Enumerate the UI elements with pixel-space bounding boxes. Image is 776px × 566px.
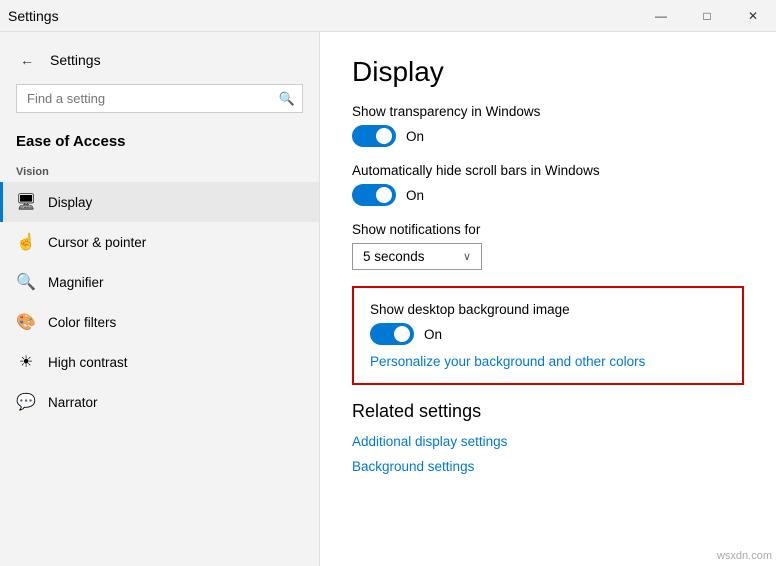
window-controls: — □ ✕ bbox=[638, 0, 776, 32]
sidebar-item-label: High contrast bbox=[48, 355, 128, 370]
search-icon: 🔍 bbox=[279, 91, 295, 107]
scrollbars-toggle[interactable] bbox=[352, 184, 396, 206]
magnifier-icon: 🔍 bbox=[16, 272, 36, 292]
sidebar-top: ← Settings bbox=[0, 40, 319, 80]
sidebar-item-highcontrast[interactable]: ☀ High contrast bbox=[0, 342, 319, 382]
scrollbars-setting: Automatically hide scroll bars in Window… bbox=[352, 163, 744, 206]
personalize-link[interactable]: Personalize your background and other co… bbox=[370, 354, 645, 369]
sidebar-item-label: Display bbox=[48, 195, 92, 210]
notifications-setting: Show notifications for 5 seconds ∨ bbox=[352, 222, 744, 270]
background-settings-link[interactable]: Background settings bbox=[352, 459, 744, 474]
sidebar: ← Settings 🔍 Ease of Access Vision 🖥 Dis… bbox=[0, 32, 320, 566]
sidebar-item-magnifier[interactable]: 🔍 Magnifier bbox=[0, 262, 319, 302]
maximize-button[interactable]: □ bbox=[684, 0, 730, 32]
related-settings: Related settings Additional display sett… bbox=[352, 401, 744, 474]
transparency-label: Show transparency in Windows bbox=[352, 104, 744, 119]
transparency-setting: Show transparency in Windows On bbox=[352, 104, 744, 147]
scrollbars-label: Automatically hide scroll bars in Window… bbox=[352, 163, 744, 178]
sidebar-item-cursor[interactable]: ☝ Cursor & pointer bbox=[0, 222, 319, 262]
additional-display-link[interactable]: Additional display settings bbox=[352, 434, 744, 449]
search-box: 🔍 bbox=[16, 84, 303, 113]
title-bar-title: Settings bbox=[8, 8, 59, 24]
sidebar-item-label: Narrator bbox=[48, 395, 98, 410]
minimize-button[interactable]: — bbox=[638, 0, 684, 32]
highcontrast-icon: ☀ bbox=[16, 352, 36, 372]
sidebar-item-label: Color filters bbox=[48, 315, 116, 330]
background-toggle-state: On bbox=[424, 327, 442, 342]
transparency-toggle-state: On bbox=[406, 129, 424, 144]
search-input[interactable] bbox=[16, 84, 303, 113]
scrollbars-toggle-state: On bbox=[406, 188, 424, 203]
colorfilters-icon: 🎨 bbox=[16, 312, 36, 332]
vision-section-title: Vision bbox=[0, 158, 319, 182]
sidebar-app-title: Settings bbox=[50, 52, 101, 68]
chevron-down-icon: ∨ bbox=[463, 250, 471, 263]
highlight-box: Show desktop background image On Persona… bbox=[352, 286, 744, 385]
background-toggle[interactable] bbox=[370, 323, 414, 345]
sidebar-item-display[interactable]: 🖥 Display bbox=[0, 182, 319, 222]
notifications-dropdown[interactable]: 5 seconds ∨ bbox=[352, 243, 482, 270]
content-area: Display Show transparency in Windows On … bbox=[320, 32, 776, 566]
background-image-label: Show desktop background image bbox=[370, 302, 726, 317]
transparency-toggle-row: On bbox=[352, 125, 744, 147]
related-settings-title: Related settings bbox=[352, 401, 744, 422]
sidebar-item-label: Cursor & pointer bbox=[48, 235, 146, 250]
notifications-label: Show notifications for bbox=[352, 222, 744, 237]
display-icon: 🖥 bbox=[16, 192, 36, 212]
back-button[interactable]: ← bbox=[16, 48, 38, 72]
background-toggle-row: On bbox=[370, 323, 726, 345]
page-title: Display bbox=[352, 56, 744, 88]
narrator-icon: 💬 bbox=[16, 392, 36, 412]
app-body: ← Settings 🔍 Ease of Access Vision 🖥 Dis… bbox=[0, 32, 776, 566]
sidebar-item-narrator[interactable]: 💬 Narrator bbox=[0, 382, 319, 422]
scrollbars-toggle-row: On bbox=[352, 184, 744, 206]
dropdown-value: 5 seconds bbox=[363, 249, 425, 264]
close-button[interactable]: ✕ bbox=[730, 0, 776, 32]
ease-of-access-label: Ease of Access bbox=[0, 125, 319, 158]
sidebar-item-label: Magnifier bbox=[48, 275, 104, 290]
title-bar: Settings — □ ✕ bbox=[0, 0, 776, 32]
sidebar-item-colorfilters[interactable]: 🎨 Color filters bbox=[0, 302, 319, 342]
transparency-toggle[interactable] bbox=[352, 125, 396, 147]
cursor-icon: ☝ bbox=[16, 232, 36, 252]
